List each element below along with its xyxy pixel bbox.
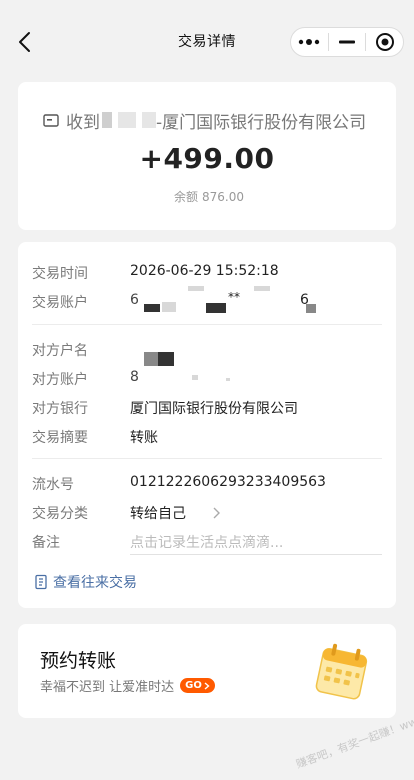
view-history-link[interactable]: 查看往来交易: [34, 572, 137, 592]
details-card: 交易时间 2026-06-29 15:52:18 交易账户 6 ** 6 对方户…: [18, 242, 396, 608]
category-label: 交易分类: [32, 506, 88, 522]
detail-row-counterparty-account: 对方账户 8: [32, 369, 382, 389]
redaction-block: [188, 286, 204, 291]
balance-label: 余额: [173, 190, 198, 204]
balance: 余额 876.00: [18, 188, 396, 205]
note-input[interactable]: 点击记录生活点点滴滴...: [130, 532, 283, 552]
detail-row-note[interactable]: 备注 点击记录生活点点滴滴...: [32, 532, 382, 552]
scheduled-transfer-card[interactable]: 预约转账 幸福不迟到 让爱准时达 GO: [18, 624, 396, 718]
counterparty-account-start: 8: [130, 369, 139, 385]
go-button[interactable]: GO: [180, 678, 215, 693]
card-icon: [43, 114, 59, 127]
summary-label: 交易摘要: [32, 430, 88, 446]
redaction-block: [158, 352, 174, 366]
redaction-block: [306, 304, 316, 313]
minimize-icon: [339, 40, 355, 44]
summary-value: 转账: [130, 430, 158, 446]
detail-row-summary: 交易摘要 转账: [32, 427, 382, 447]
promo-subtitle-row: 幸福不迟到 让爱准时达 GO: [40, 676, 215, 695]
account-value-stars: **: [228, 290, 240, 304]
detail-row-time: 交易时间 2026-06-29 15:52:18: [32, 263, 382, 283]
masked-name: [102, 112, 112, 128]
document-icon: [35, 574, 47, 590]
counterparty-account-label: 对方账户: [32, 372, 88, 388]
party-prefix: 收到: [66, 112, 100, 133]
counterparty-bank-label: 对方银行: [32, 401, 88, 417]
note-label: 备注: [32, 535, 60, 551]
minimize-button[interactable]: [329, 28, 366, 56]
go-label: GO: [185, 680, 202, 691]
target-close-icon: [375, 33, 394, 51]
category-value[interactable]: 转给自己: [130, 503, 186, 523]
more-button[interactable]: [291, 28, 328, 56]
section-divider: [32, 324, 382, 325]
redaction-block: [226, 378, 230, 381]
counterparty-header: 收到 -厦门国际银行股份有限公司: [42, 108, 367, 133]
account-label: 交易账户: [32, 295, 88, 311]
promo-subtitle: 幸福不迟到 让爱准时达: [40, 680, 175, 695]
time-label: 交易时间: [32, 266, 88, 282]
time-value: 2026-06-29 15:52:18: [130, 263, 279, 279]
summary-card: 收到 -厦门国际银行股份有限公司 +499.00 余额 876.00: [18, 82, 396, 230]
detail-row-counterparty-bank: 对方银行 厦门国际银行股份有限公司: [32, 398, 382, 418]
counterparty-name-label: 对方户名: [32, 343, 88, 359]
close-button[interactable]: [366, 28, 403, 56]
redaction-block: [162, 302, 176, 312]
party-bank: -厦门国际银行股份有限公司: [156, 112, 367, 133]
redaction-block: [192, 375, 198, 380]
account-value-start: 6: [130, 292, 139, 308]
promo-title: 预约转账: [40, 650, 117, 672]
note-underline: [130, 554, 382, 555]
redaction-block: [206, 303, 226, 313]
redaction-block: [254, 286, 270, 291]
chevron-right-icon: [204, 681, 210, 690]
section-divider: [32, 458, 382, 459]
mini-program-capsule: [290, 27, 404, 57]
redaction-block: [144, 352, 158, 366]
more-dots-icon: [299, 39, 320, 45]
detail-row-serial: 流水号 0121222606293233409563: [32, 474, 382, 494]
calendar-icon: [315, 643, 368, 700]
serial-value: 0121222606293233409563: [130, 474, 326, 490]
navigation-bar: 交易详情: [0, 0, 414, 84]
counterparty-bank-value: 厦门国际银行股份有限公司: [130, 401, 298, 417]
detail-row-counterparty-name: 对方户名: [32, 340, 382, 366]
view-history-label: 查看往来交易: [53, 575, 137, 591]
masked-name: [142, 112, 156, 128]
transaction-amount: +499.00: [139, 142, 275, 175]
redaction-block: [144, 304, 160, 312]
chevron-right-icon: [213, 507, 220, 519]
detail-row-category[interactable]: 交易分类 转给自己: [32, 503, 382, 523]
masked-name: [118, 112, 136, 128]
detail-row-account: 交易账户 6 ** 6: [32, 286, 382, 313]
serial-label: 流水号: [32, 477, 74, 493]
balance-value: 876.00: [202, 190, 244, 204]
